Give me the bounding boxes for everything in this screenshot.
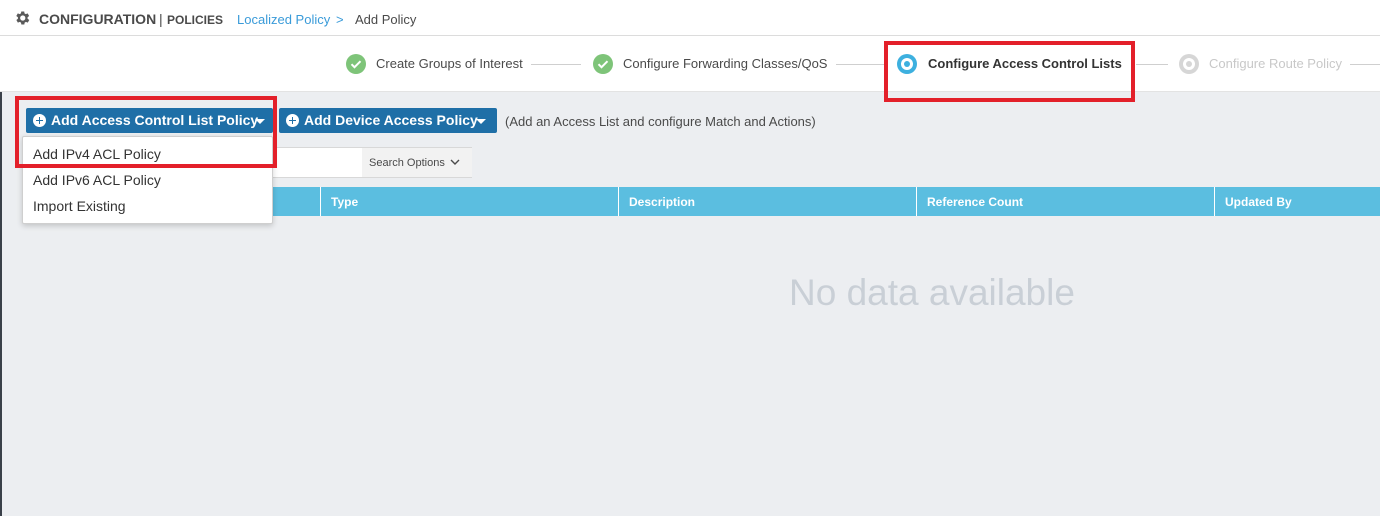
gear-icon — [16, 11, 30, 25]
menu-item-import-existing[interactable]: Import Existing — [23, 193, 272, 219]
title-separator: | — [159, 11, 163, 27]
breadcrumb-localized-policy[interactable]: Localized Policy — [237, 12, 330, 27]
step-create-groups[interactable]: Create Groups of Interest — [376, 56, 523, 71]
wizard-stepper: Create Groups of Interest Configure Forw… — [0, 36, 1380, 92]
add-device-access-policy-button[interactable]: Add Device Access Policy — [279, 108, 497, 133]
check-circle-icon — [593, 54, 613, 74]
column-header-description[interactable]: Description — [618, 187, 916, 216]
highlight-box-acl-button — [15, 96, 277, 168]
pending-step-icon — [1179, 54, 1199, 74]
empty-table-message: No data available — [789, 272, 1075, 313]
step-forwarding-classes[interactable]: Configure Forwarding Classes/QoS — [623, 56, 827, 71]
step-connector — [1136, 64, 1168, 65]
breadcrumb-current: Add Policy — [355, 12, 417, 27]
chevron-down-icon — [450, 159, 460, 165]
search-options-dropdown[interactable]: Search Options — [362, 148, 472, 177]
left-edge — [0, 92, 2, 516]
menu-item-add-ipv6-acl[interactable]: Add IPv6 ACL Policy — [23, 167, 272, 193]
plus-circle-icon — [286, 114, 299, 127]
search-options-label: Search Options — [369, 157, 445, 169]
step-connector — [836, 64, 884, 65]
step-connector — [1350, 64, 1380, 65]
search-bar[interactable]: Search Options — [272, 147, 472, 178]
app-title: CONFIGURATION — [39, 11, 157, 27]
column-header-updated-by[interactable]: Updated By — [1214, 187, 1380, 216]
step-connector — [531, 64, 581, 65]
check-circle-icon — [346, 54, 366, 74]
breadcrumb-chevron: > — [336, 12, 344, 27]
toolbar-hint: (Add an Access List and configure Match … — [505, 114, 816, 129]
column-header-type[interactable]: Type — [320, 187, 618, 216]
highlight-box-step — [884, 41, 1135, 102]
top-bar: CONFIGURATION | POLICIES Localized Polic… — [0, 0, 1380, 36]
step-route-policy[interactable]: Configure Route Policy — [1209, 56, 1342, 71]
caret-down-icon — [476, 119, 486, 124]
add-device-access-label: Add Device Access Policy — [304, 112, 478, 128]
app-subtitle: POLICIES — [167, 13, 224, 27]
column-header-reference-count[interactable]: Reference Count — [916, 187, 1214, 216]
